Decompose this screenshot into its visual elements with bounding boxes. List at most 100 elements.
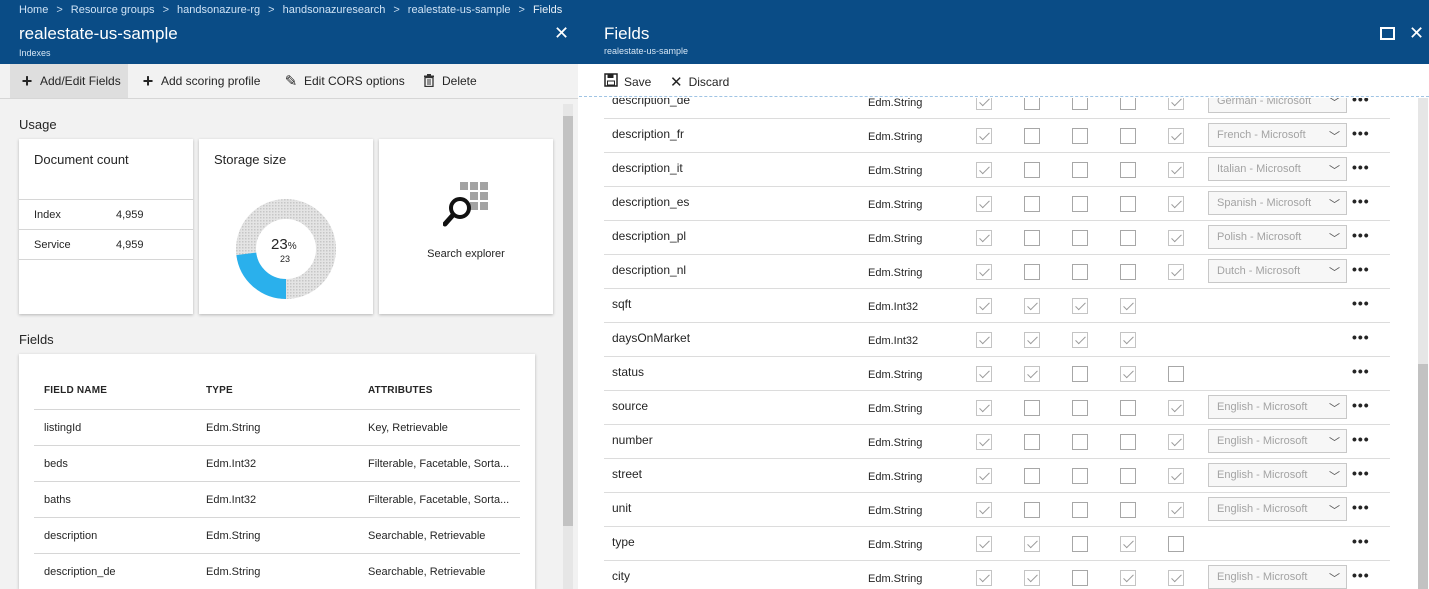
- retrievable-checkbox[interactable]: [976, 434, 992, 450]
- maximize-icon[interactable]: [1380, 25, 1395, 43]
- facetable-checkbox[interactable]: [1120, 400, 1136, 416]
- searchable-checkbox[interactable]: [1168, 162, 1184, 178]
- analyzer-select[interactable]: Polish - Microsoft ﹀: [1208, 225, 1347, 249]
- facetable-checkbox[interactable]: [1120, 162, 1136, 178]
- field-row[interactable]: sqft Edm.Int32 •••: [604, 288, 1390, 322]
- filterable-checkbox[interactable]: [1024, 98, 1040, 110]
- retrievable-checkbox[interactable]: [976, 128, 992, 144]
- more-options-icon[interactable]: •••: [1352, 159, 1370, 175]
- more-options-icon[interactable]: •••: [1352, 567, 1370, 583]
- table-row[interactable]: description Edm.String Searchable, Retriev…: [34, 517, 520, 553]
- analyzer-select[interactable]: Spanish - Microsoft ﹀: [1208, 191, 1347, 215]
- table-row[interactable]: beds Edm.Int32 Filterable, Facetable, Sort…: [34, 445, 520, 481]
- facetable-checkbox[interactable]: [1120, 264, 1136, 280]
- retrievable-checkbox[interactable]: [976, 536, 992, 552]
- filterable-checkbox[interactable]: [1024, 536, 1040, 552]
- field-row[interactable]: type Edm.String •••: [604, 526, 1390, 560]
- more-options-icon[interactable]: •••: [1352, 397, 1370, 413]
- more-options-icon[interactable]: •••: [1352, 98, 1370, 107]
- sortable-checkbox[interactable]: [1072, 434, 1088, 450]
- filterable-checkbox[interactable]: [1024, 196, 1040, 212]
- edit-cors-button[interactable]: ✎ Edit CORS options: [282, 64, 405, 98]
- more-options-icon[interactable]: •••: [1352, 193, 1370, 209]
- more-options-icon[interactable]: •••: [1352, 125, 1370, 141]
- filterable-checkbox[interactable]: [1024, 332, 1040, 348]
- searchable-checkbox[interactable]: [1168, 196, 1184, 212]
- facetable-checkbox[interactable]: [1120, 196, 1136, 212]
- sortable-checkbox[interactable]: [1072, 332, 1088, 348]
- retrievable-checkbox[interactable]: [976, 332, 992, 348]
- searchable-checkbox[interactable]: [1168, 570, 1184, 586]
- delete-button[interactable]: Delete: [420, 64, 477, 98]
- retrievable-checkbox[interactable]: [976, 230, 992, 246]
- more-options-icon[interactable]: •••: [1352, 363, 1370, 379]
- searchable-checkbox[interactable]: [1168, 468, 1184, 484]
- searchable-checkbox[interactable]: [1168, 400, 1184, 416]
- analyzer-select[interactable]: French - Microsoft ﹀: [1208, 123, 1347, 147]
- field-row[interactable]: description_de Edm.String German - Microso…: [604, 98, 1390, 118]
- field-row[interactable]: description_fr Edm.String French - Microso…: [604, 118, 1390, 152]
- facetable-checkbox[interactable]: [1120, 502, 1136, 518]
- retrievable-checkbox[interactable]: [976, 468, 992, 484]
- searchable-checkbox[interactable]: [1168, 264, 1184, 280]
- searchable-checkbox[interactable]: [1168, 502, 1184, 518]
- save-button[interactable]: Save: [604, 73, 651, 90]
- filterable-checkbox[interactable]: [1024, 230, 1040, 246]
- filterable-checkbox[interactable]: [1024, 400, 1040, 416]
- filterable-checkbox[interactable]: [1024, 162, 1040, 178]
- analyzer-select[interactable]: German - Microsoft ﹀: [1208, 98, 1347, 113]
- filterable-checkbox[interactable]: [1024, 570, 1040, 586]
- searchable-checkbox[interactable]: [1168, 98, 1184, 110]
- more-options-icon[interactable]: •••: [1352, 329, 1370, 345]
- retrievable-checkbox[interactable]: [976, 366, 992, 382]
- searchable-checkbox[interactable]: [1168, 128, 1184, 144]
- facetable-checkbox[interactable]: [1120, 468, 1136, 484]
- filterable-checkbox[interactable]: [1024, 434, 1040, 450]
- left-scrollbar-thumb[interactable]: [563, 116, 573, 526]
- retrievable-checkbox[interactable]: [976, 298, 992, 314]
- retrievable-checkbox[interactable]: [976, 400, 992, 416]
- retrievable-checkbox[interactable]: [976, 264, 992, 280]
- storage-size-tile[interactable]: Storage size 23% 23: [199, 139, 373, 314]
- sortable-checkbox[interactable]: [1072, 162, 1088, 178]
- table-row[interactable]: description_de Edm.String Searchable, Retr…: [34, 553, 520, 589]
- searchable-checkbox[interactable]: [1168, 366, 1184, 382]
- sortable-checkbox[interactable]: [1072, 98, 1088, 110]
- breadcrumb-search-service[interactable]: handsonazuresearch: [283, 4, 386, 16]
- facetable-checkbox[interactable]: [1120, 570, 1136, 586]
- searchable-checkbox[interactable]: [1168, 536, 1184, 552]
- sortable-checkbox[interactable]: [1072, 366, 1088, 382]
- table-row[interactable]: listingId Edm.String Key, Retrievable: [34, 409, 520, 445]
- sortable-checkbox[interactable]: [1072, 230, 1088, 246]
- discard-button[interactable]: ✕ Discard: [670, 73, 729, 91]
- field-row[interactable]: source Edm.String English - Microsoft ﹀ •••: [604, 390, 1390, 424]
- more-options-icon[interactable]: •••: [1352, 465, 1370, 481]
- sortable-checkbox[interactable]: [1072, 468, 1088, 484]
- sortable-checkbox[interactable]: [1072, 264, 1088, 280]
- facetable-checkbox[interactable]: [1120, 298, 1136, 314]
- more-options-icon[interactable]: •••: [1352, 295, 1370, 311]
- sortable-checkbox[interactable]: [1072, 400, 1088, 416]
- retrievable-checkbox[interactable]: [976, 98, 992, 110]
- facetable-checkbox[interactable]: [1120, 536, 1136, 552]
- filterable-checkbox[interactable]: [1024, 128, 1040, 144]
- field-row[interactable]: status Edm.String •••: [604, 356, 1390, 390]
- add-edit-fields-button[interactable]: + Add/Edit Fields: [10, 64, 128, 98]
- retrievable-checkbox[interactable]: [976, 162, 992, 178]
- retrievable-checkbox[interactable]: [976, 502, 992, 518]
- searchable-checkbox[interactable]: [1168, 230, 1184, 246]
- field-row[interactable]: description_it Edm.String Italian - Micros…: [604, 152, 1390, 186]
- field-row[interactable]: number Edm.String English - Microsoft ﹀ •••: [604, 424, 1390, 458]
- analyzer-select[interactable]: English - Microsoft ﹀: [1208, 463, 1347, 487]
- document-count-tile[interactable]: Document count Index 4,959 Service 4,959: [19, 139, 193, 314]
- sortable-checkbox[interactable]: [1072, 196, 1088, 212]
- retrievable-checkbox[interactable]: [976, 570, 992, 586]
- close-icon[interactable]: ✕: [1409, 24, 1424, 42]
- facetable-checkbox[interactable]: [1120, 332, 1136, 348]
- breadcrumb-resource-groups[interactable]: Resource groups: [71, 4, 155, 16]
- more-options-icon[interactable]: •••: [1352, 533, 1370, 549]
- facetable-checkbox[interactable]: [1120, 366, 1136, 382]
- sortable-checkbox[interactable]: [1072, 502, 1088, 518]
- sortable-checkbox[interactable]: [1072, 298, 1088, 314]
- add-scoring-profile-button[interactable]: + Add scoring profile: [139, 64, 261, 98]
